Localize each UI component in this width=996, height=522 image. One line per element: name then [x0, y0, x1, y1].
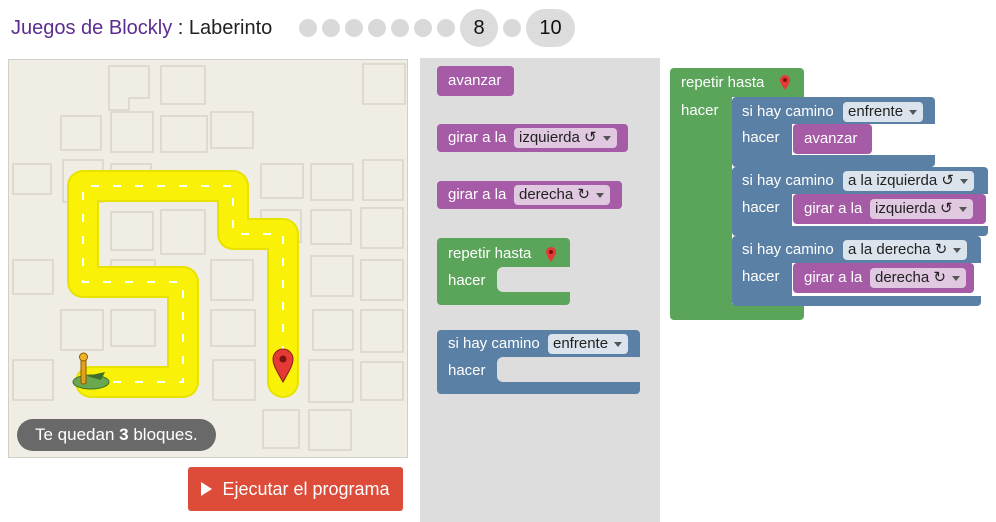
header: Juegos de Blockly : Laberinto 8 10: [0, 0, 996, 56]
app-name-link[interactable]: Juegos de Blockly: [11, 17, 172, 39]
play-icon: [201, 482, 213, 496]
run-program-button[interactable]: Ejecutar el programa: [188, 467, 403, 511]
remaining-count: 3: [119, 425, 129, 444]
direction-dropdown[interactable]: izquierda ↺: [514, 128, 617, 148]
current-level[interactable]: 8: [460, 9, 498, 47]
direction-dropdown[interactable]: enfrente: [843, 102, 924, 122]
maze-svg: [12, 63, 406, 451]
chevron-down-icon: [602, 136, 611, 141]
direction-dropdown[interactable]: derecha ↻: [514, 185, 610, 205]
goal-marker-icon: [780, 75, 790, 90]
run-program-label: Ejecutar el programa: [222, 479, 390, 499]
turn-left-block[interactable]: girar a la izquierda ↺: [793, 194, 986, 224]
block-label: repetir hasta: [681, 74, 765, 91]
dropdown-value: izquierda ↺: [875, 200, 953, 217]
last-level[interactable]: 10: [526, 9, 575, 47]
block-label: si hay camino: [742, 103, 834, 120]
block-label: hacer: [742, 199, 780, 216]
chevron-down-icon: [614, 342, 623, 347]
level-3-link[interactable]: [345, 19, 363, 37]
turn-right-block[interactable]: girar a la derecha ↻: [793, 263, 974, 293]
chevron-down-icon: [958, 207, 967, 212]
block-label: hacer: [448, 272, 486, 289]
block-label: girar a la: [804, 269, 863, 286]
block-label: girar a la: [448, 186, 507, 203]
block-label: avanzar: [804, 130, 858, 147]
dropdown-value: derecha ↻: [519, 186, 590, 203]
chevron-down-icon: [953, 248, 962, 253]
block-label: hacer: [742, 268, 780, 285]
direction-dropdown[interactable]: enfrente: [548, 334, 629, 354]
level-7-link[interactable]: [437, 19, 455, 37]
block-label: hacer: [742, 129, 780, 146]
block-label: si hay camino: [742, 172, 834, 189]
page-title: Juegos de Blockly : Laberinto: [11, 17, 272, 40]
statement-slot: [497, 357, 640, 382]
remaining-suffix: bloques.: [128, 425, 198, 444]
chevron-down-icon: [909, 110, 918, 115]
direction-dropdown[interactable]: a la derecha ↻: [843, 240, 968, 260]
goal-marker-icon: [546, 247, 556, 262]
title-separator: :: [172, 17, 189, 39]
block-label: girar a la: [448, 129, 507, 146]
block-label: repetir hasta: [448, 245, 532, 262]
remaining-prefix: Te quedan: [35, 425, 120, 444]
dropdown-value: derecha ↻: [875, 269, 946, 286]
direction-dropdown[interactable]: derecha ↻: [870, 268, 966, 288]
block-label: avanzar: [448, 72, 502, 89]
level-9-link[interactable]: [503, 19, 521, 37]
level-1-link[interactable]: [299, 19, 317, 37]
level-4-link[interactable]: [368, 19, 386, 37]
statement-slot: [497, 267, 570, 292]
dropdown-value: izquierda ↺: [519, 129, 597, 146]
direction-dropdown[interactable]: a la izquierda ↺: [843, 171, 974, 191]
dropdown-value: a la izquierda ↺: [848, 172, 954, 189]
block-label: girar a la: [804, 200, 863, 217]
move-forward-block[interactable]: avanzar: [793, 124, 872, 154]
dropdown-value: enfrente: [848, 103, 904, 120]
level-5-link[interactable]: [391, 19, 409, 37]
remaining-blocks-badge: Te quedan 3 bloques.: [17, 419, 216, 451]
direction-dropdown[interactable]: izquierda ↺: [870, 199, 973, 219]
level-6-link[interactable]: [414, 19, 432, 37]
toolbox-move-forward-block[interactable]: avanzar: [437, 66, 514, 96]
dropdown-value: enfrente: [553, 335, 609, 352]
block-label: hacer: [448, 362, 486, 379]
toolbox-repeat-until-block[interactable]: repetir hasta hacer: [437, 238, 570, 305]
chevron-down-icon: [959, 179, 968, 184]
block-label: si hay camino: [742, 241, 834, 258]
maze-canvas: [8, 59, 408, 458]
chevron-down-icon: [951, 276, 960, 281]
toolbox-if-path-block[interactable]: si hay camino enfrente hacer: [437, 330, 640, 394]
toolbox-turn-right-block[interactable]: girar a la derecha ↻: [437, 181, 622, 209]
game-name: Laberinto: [188, 17, 273, 39]
block-label: hacer: [681, 102, 719, 119]
chevron-down-icon: [595, 193, 604, 198]
block-label: si hay camino: [448, 335, 540, 352]
dropdown-value: a la derecha ↻: [848, 241, 948, 258]
level-2-link[interactable]: [322, 19, 340, 37]
toolbox-turn-left-block[interactable]: girar a la izquierda ↺: [437, 124, 628, 152]
